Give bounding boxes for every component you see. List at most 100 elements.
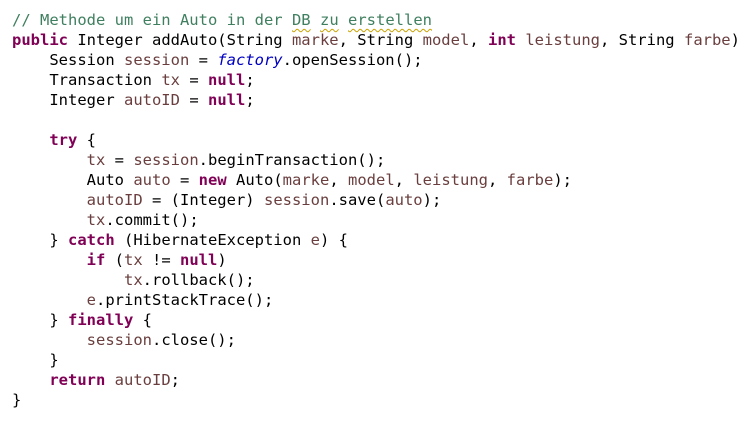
code-token: , [394, 171, 414, 189]
code-line[interactable]: tx = session.beginTransaction(); [12, 150, 750, 170]
code-token: } [12, 231, 68, 249]
code-line[interactable] [12, 110, 750, 130]
code-token: , [488, 171, 507, 189]
code-line[interactable]: // Methode um ein Auto in der DB zu erst… [12, 10, 750, 30]
code-token: int [487, 31, 516, 49]
code-line[interactable]: e.printStackTrace(); [12, 290, 750, 310]
code-line[interactable]: } [12, 390, 750, 410]
code-token: { [133, 311, 152, 329]
code-token: session [133, 151, 199, 169]
code-line[interactable]: Auto auto = new Auto(marke, model, leist… [12, 170, 750, 190]
code-line[interactable]: } [12, 350, 750, 370]
code-token: (HibernateException [114, 231, 311, 249]
code-token: , String [338, 31, 423, 49]
code-token: auto [133, 171, 171, 189]
code-token: Integer addAuto(String [68, 31, 292, 49]
code-line[interactable]: try { [12, 130, 750, 150]
code-token: marke [282, 171, 330, 189]
code-token: session [123, 51, 190, 69]
code-token: Session [12, 51, 124, 69]
code-token: tx [161, 71, 180, 89]
code-token: farbe [683, 31, 731, 49]
code-line[interactable]: Integer autoID = null; [12, 90, 750, 110]
spellcheck-flagged-word: erstellen [348, 11, 432, 29]
code-token: = [105, 151, 134, 169]
code-token: autoID [123, 91, 180, 109]
code-token: } [12, 311, 68, 329]
code-token: tx [123, 271, 143, 289]
code-token: model [422, 31, 470, 49]
code-token: .beginTransaction(); [198, 151, 386, 169]
code-token: .commit(); [105, 211, 199, 229]
code-token: .save( [329, 191, 386, 209]
code-token: catch [68, 231, 115, 249]
code-token: ) { [319, 231, 348, 249]
code-token: Auto [12, 171, 134, 189]
code-line[interactable]: autoID = (Integer) session.save(auto); [12, 190, 750, 210]
code-token: null [207, 91, 246, 109]
code-token: .close(); [151, 331, 236, 349]
code-token: ; [170, 371, 181, 389]
code-token: ) { [730, 31, 750, 49]
code-token: = [179, 71, 208, 89]
code-token: marke [291, 31, 339, 49]
code-editor[interactable]: // Methode um ein Auto in der DB zu erst… [12, 10, 750, 425]
code-token: Auto( [226, 171, 283, 189]
code-token: try [49, 131, 78, 149]
code-token: .printStackTrace(); [96, 291, 274, 309]
code-token: return [49, 371, 106, 389]
code-line[interactable]: Transaction tx = null; [12, 70, 750, 90]
code-token: leistung [413, 171, 488, 189]
code-token: if [86, 251, 106, 269]
code-token: ( [105, 251, 124, 269]
code-token: tx [86, 151, 106, 169]
code-token: autoID [114, 371, 171, 389]
code-line[interactable]: tx.rollback(); [12, 270, 750, 290]
code-token: new [198, 171, 227, 189]
code-token: null [207, 71, 246, 89]
code-line[interactable]: } catch (HibernateException e) { [12, 230, 750, 250]
code-token: auto [385, 191, 423, 209]
code-token: public [12, 31, 68, 49]
code-token: session [86, 331, 152, 349]
code-token: finally [68, 311, 134, 329]
code-token: tx [124, 251, 143, 269]
code-token: // Methode um ein Auto in der [12, 11, 292, 29]
code-token: .rollback(); [142, 271, 255, 289]
code-token: } [12, 351, 59, 369]
code-token: .openSession(); [282, 51, 423, 69]
code-line[interactable]: return autoID; [12, 370, 750, 390]
code-token: ) [217, 251, 227, 269]
code-token: tx [86, 211, 106, 229]
code-token: factory [217, 51, 283, 69]
code-token: session [263, 191, 330, 209]
code-token: = [170, 171, 199, 189]
code-token: , [469, 31, 488, 49]
code-token: { [77, 131, 96, 149]
code-line[interactable]: tx.commit(); [12, 210, 750, 230]
code-line[interactable]: } finally { [12, 310, 750, 330]
code-token: , String [599, 31, 684, 49]
code-line[interactable]: session.close(); [12, 330, 750, 350]
code-line[interactable]: if (tx != null) [12, 250, 750, 270]
code-token: = (Integer) [142, 191, 264, 209]
code-line[interactable]: Session session = factory.openSession(); [12, 50, 750, 70]
code-token: ); [553, 171, 573, 189]
code-token: autoID [86, 191, 143, 209]
code-token: null [180, 251, 218, 269]
code-token: ; [245, 91, 255, 109]
code-line[interactable]: public Integer addAuto(String marke, Str… [12, 30, 750, 50]
code-token: = [179, 91, 208, 109]
code-token: Integer [12, 91, 124, 109]
code-token: farbe [506, 171, 554, 189]
code-token: e [310, 231, 320, 249]
code-token: Transaction [12, 71, 162, 89]
